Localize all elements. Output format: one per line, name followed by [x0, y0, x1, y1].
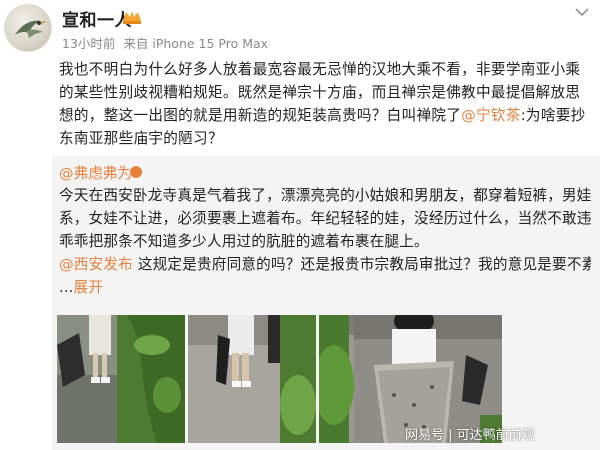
watermark: 网易号 | 可达鸭前前观 — [405, 428, 535, 443]
repost-line: 今天在西安卧龙寺真是气着我了，漂漂亮亮的小姑娘和男朋友，都穿着短裤，男娃没关 — [59, 187, 591, 204]
verified-badge-icon — [129, 165, 143, 179]
photo-thumbnail[interactable] — [57, 315, 185, 443]
repost-line-text: 这规定是贵府同意的吗？还是报贵市宗教局审批过？我的意见是要不素性建 — [132, 256, 591, 273]
mention-link[interactable]: @宁钦茶 — [461, 107, 521, 124]
repost-card[interactable]: @弗虑弗为 今天在西安卧龙寺真是气着我了，漂漂亮亮的小姑娘和男朋友，都穿着短裤，… — [52, 156, 600, 450]
ellipsis: ... — [59, 279, 74, 296]
post-meta: 13小时前 来自 iPhone 15 Pro Max — [62, 33, 272, 52]
post-time: 13小时前 — [62, 36, 116, 51]
vip-badge-icon — [42, 43, 51, 51]
repost-author[interactable]: @弗虑弗为 — [59, 162, 132, 183]
repost-line: 系，女娃不让进，必须要裹上遮着布。年纪轻轻的娃，没经历过什么，当然不敢违抗， — [59, 210, 591, 227]
repost-text: 今天在西安卧龙寺真是气着我了，漂漂亮亮的小姑娘和男朋友，都穿着短裤，男娃没关 系… — [59, 184, 591, 299]
photo-thumbnail[interactable] — [188, 315, 316, 443]
user-level-icon — [123, 11, 141, 24]
post-source: 来自 iPhone 15 Pro Max — [123, 36, 269, 51]
repost-line-mention: @西安发布 这规定是贵府同意的吗？还是报贵市宗教局审批过？我的意见是要不素性建 — [59, 253, 591, 276]
repost-line: 乖乖把那条不知道多少人用过的肮脏的遮着布裹在腿上。 — [59, 233, 429, 250]
expand-link[interactable]: 展开 — [74, 279, 104, 296]
avatar[interactable] — [4, 4, 52, 52]
post-header: 宣和一人 13小时前 来自 iPhone 15 Pro Max — [0, 0, 600, 58]
mention-link[interactable]: @西安发布 — [59, 256, 133, 273]
repost-line-expand: ...展开 — [59, 276, 591, 299]
post-text: 我也不明白为什么好多人放着最宽容最无忌惮的汉地大乘不看，非要学南亚小乘的某些性别… — [59, 58, 592, 150]
chevron-down-icon[interactable] — [570, 4, 594, 22]
